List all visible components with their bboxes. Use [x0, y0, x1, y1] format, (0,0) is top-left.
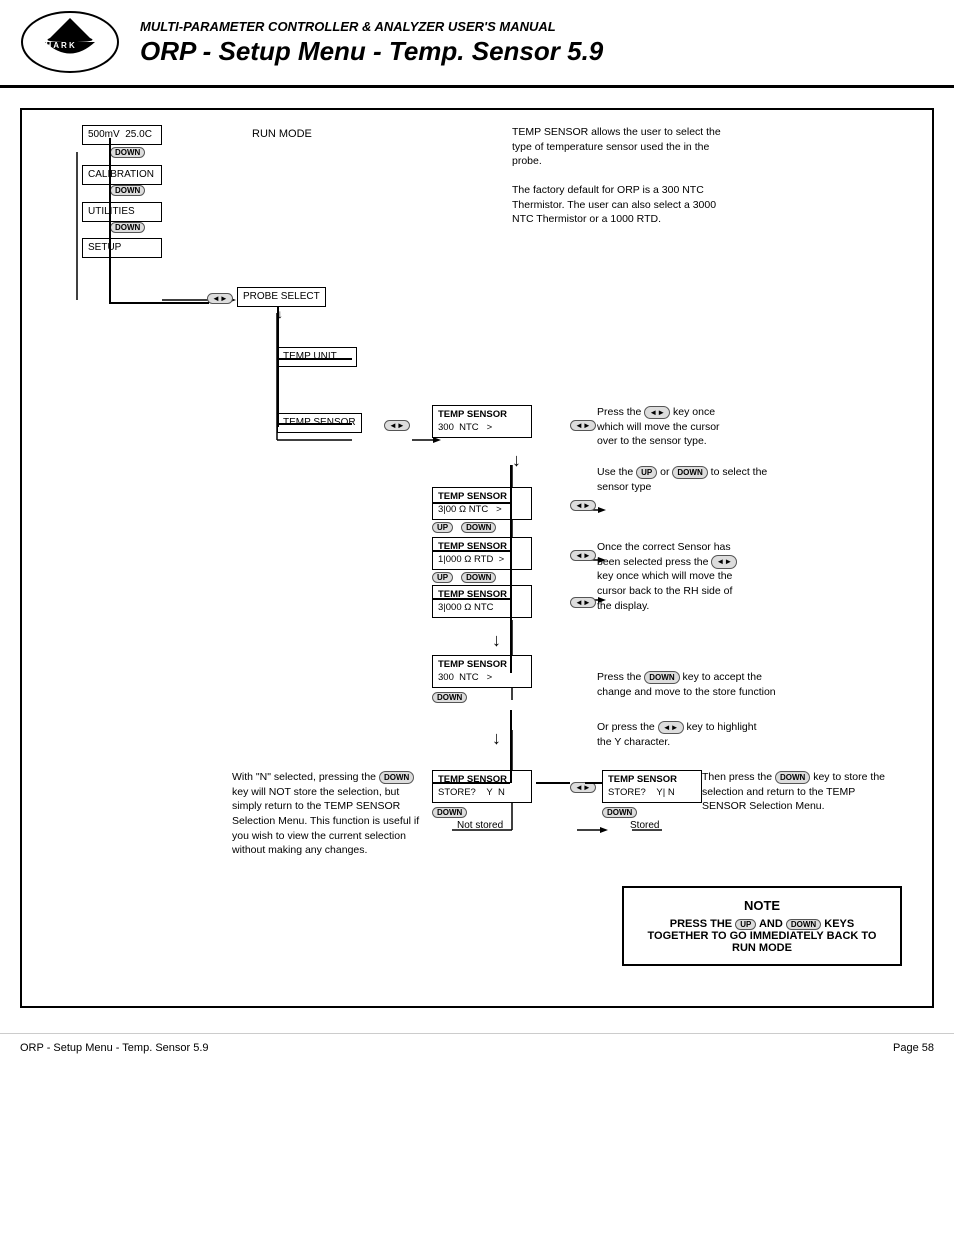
temp-sensor-desc: TEMP SENSOR allows the user to select th… — [512, 125, 862, 169]
down-arrow-store: ↓ — [492, 728, 501, 749]
down-arrow-confirm: ↓ — [492, 630, 501, 651]
temp-unit-box: TEMP UNIT — [277, 347, 357, 367]
down-btn-1000[interactable]: DOWN — [461, 572, 496, 583]
utilities-box: UTILITIES — [82, 202, 162, 222]
temp-sensor-store-n-box: TEMP SENSOR STORE? Y N — [432, 770, 532, 803]
footer-right: Page 58 — [893, 1042, 934, 1054]
v-line-menu — [109, 138, 111, 303]
diagram-box: TEMP SENSOR allows the user to select th… — [20, 108, 934, 1008]
factory-default-desc: The factory default for ORP is a 300 NTC… — [512, 183, 862, 227]
run-mode-label: RUN MODE — [252, 128, 312, 140]
note-title: NOTE — [639, 898, 885, 913]
stored-label: Stored — [630, 820, 659, 831]
then-press-down-annotation: Then press the DOWN key to store thesele… — [702, 770, 922, 814]
footer-left: ORP - Setup Menu - Temp. Sensor 5.9 — [20, 1042, 209, 1054]
h-line-temp-sensor — [277, 423, 352, 425]
up-btn-300[interactable]: UP — [432, 522, 453, 533]
down-btn-1[interactable]: DOWN — [110, 145, 145, 159]
temp-sensor-1000-rtd-box: TEMP SENSOR 1|000 Ω RTD > — [432, 537, 532, 570]
enter-btn-1000-rtd[interactable]: ◄► — [570, 548, 596, 562]
header-title: MULTI-PARAMETER CONTROLLER & ANALYZER US… — [140, 19, 934, 34]
h-line-store-enter — [536, 782, 570, 784]
press-down-accept-annotation: Press the DOWN key to accept thechange a… — [597, 670, 867, 699]
main-content: TEMP SENSOR allows the user to select th… — [0, 88, 954, 1028]
calibration-box: CALIBRATION — [82, 165, 162, 185]
temp-sensor-store-y-box: TEMP SENSOR STORE? Y| N — [602, 770, 702, 803]
down-btn-300[interactable]: DOWN — [461, 522, 496, 533]
h-line-enter-stored — [585, 782, 603, 784]
enter-btn-probe[interactable]: ◄► — [207, 291, 233, 305]
temp-sensor-300-ntc-confirm-box: TEMP SENSOR 300 NTC > — [432, 655, 532, 688]
not-stored-label: Not stored — [457, 820, 503, 831]
svg-text:S H A R K: S H A R K — [38, 41, 75, 50]
down-btn-confirm[interactable]: DOWN — [432, 692, 467, 703]
use-updown-annotation: Use the UP or DOWN to select thesensor t… — [597, 465, 867, 494]
v-line-probe-temp — [277, 307, 279, 427]
press-enter-annotation: Press the ◄► key oncewhich will move the… — [597, 405, 867, 449]
note-body: PRESS THE UP AND DOWN KEYS TOGETHER TO G… — [639, 918, 885, 954]
up-btn-1000[interactable]: UP — [432, 572, 453, 583]
vertical-arrow-down: ↓ — [512, 450, 521, 471]
once-correct-annotation: Once the correct Sensor hasbeen selected… — [597, 540, 867, 613]
enter-btn-3000-ntc[interactable]: ◄► — [570, 595, 596, 609]
probe-select-box: PROBE SELECT — [237, 287, 326, 307]
note-box: NOTE PRESS THE UP AND DOWN KEYS TOGETHER… — [622, 886, 902, 966]
header-text: MULTI-PARAMETER CONTROLLER & ANALYZER US… — [140, 19, 934, 67]
setup-box: SETUP — [82, 238, 162, 258]
run-display: 500mV 25.0C — [82, 125, 162, 145]
logo: S H A R K — [20, 10, 120, 75]
enter-btn-300-ohm[interactable]: ◄► — [570, 498, 596, 512]
down-btn-store-n[interactable]: DOWN — [432, 807, 467, 818]
h-line-temp-unit — [277, 358, 352, 360]
h-line-3000ntc — [433, 598, 510, 600]
page-footer: ORP - Setup Menu - Temp. Sensor 5.9 Page… — [0, 1033, 954, 1062]
enter-btn-300-ntc[interactable]: ◄► — [570, 418, 596, 432]
h-line-300ntc — [433, 502, 510, 504]
page-header: S H A R K MULTI-PARAMETER CONTROLLER & A… — [0, 0, 954, 88]
top-annotation: TEMP SENSOR allows the user to select th… — [512, 125, 862, 227]
h-line-setup-probe — [109, 302, 209, 304]
header-subtitle: ORP - Setup Menu - Temp. Sensor 5.9 — [140, 36, 934, 67]
press-enter-highlight-annotation: Or press the ◄► key to highlightthe Y ch… — [597, 720, 867, 749]
down-btn-2[interactable]: DOWN — [110, 183, 145, 197]
v-line-to-store — [510, 710, 512, 783]
temp-sensor-300-ntc-box: TEMP SENSOR 300 NTC > — [432, 405, 532, 438]
down-btn-3[interactable]: DOWN — [110, 220, 145, 234]
temp-sensor-3000-ntc-box: TEMP SENSOR 3|000 Ω NTC — [432, 585, 532, 618]
h-line-to-store-box — [433, 782, 510, 784]
enter-btn-temp-sensor[interactable]: ◄► — [384, 418, 410, 432]
v-line-selections — [510, 465, 512, 620]
h-line-1000rtd — [433, 550, 510, 552]
with-n-selected-annotation: With "N" selected, pressing the DOWNkey … — [232, 770, 432, 858]
v-line-to-confirm — [510, 618, 512, 673]
down-btn-store-y[interactable]: DOWN — [602, 807, 637, 818]
